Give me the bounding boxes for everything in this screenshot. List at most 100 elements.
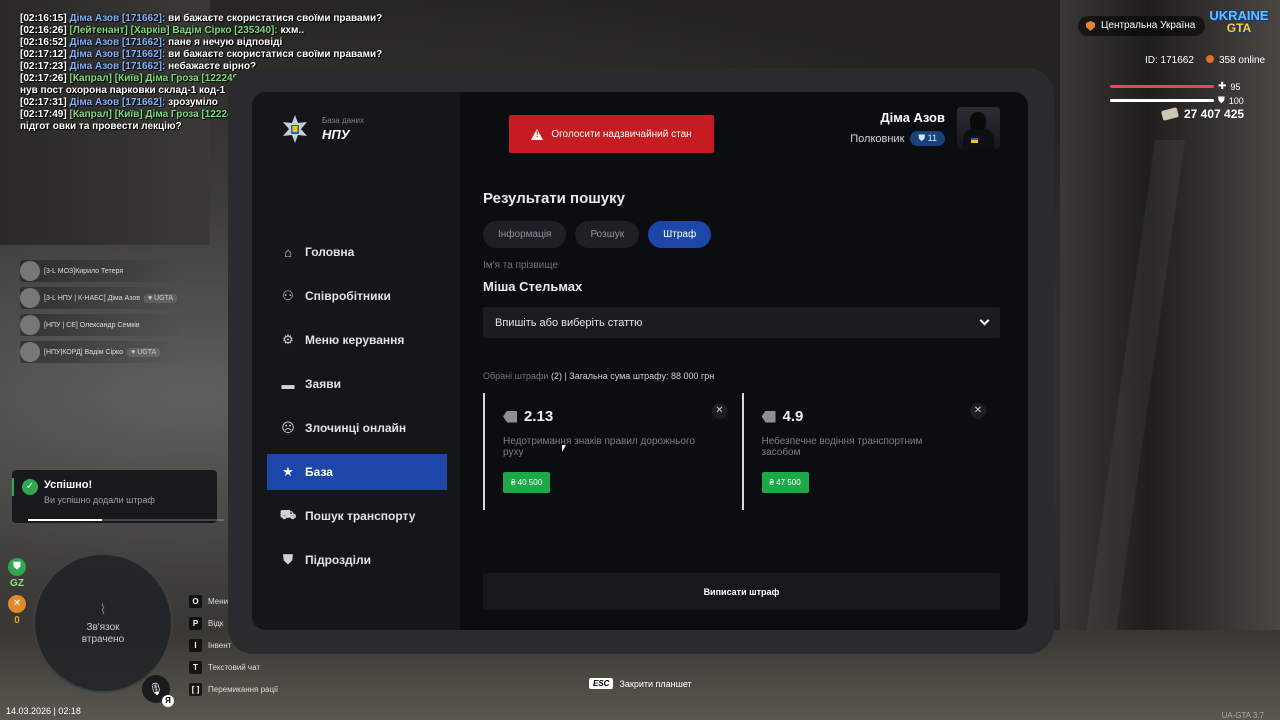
fine-card: 2.13 ✕ Недотримання знаків правил дорожн… — [483, 393, 742, 510]
game-logo: UKRAINE GTA — [1209, 8, 1269, 35]
green-zone-label: GZ — [10, 578, 24, 589]
check-icon: ✓ — [22, 479, 38, 495]
key-cap: T — [189, 660, 202, 674]
emergency-button[interactable]: Оголосити надзвичайний стан — [509, 115, 714, 153]
date-time: 14.03.2026 | 02:18 — [6, 706, 81, 716]
key-cap: [ ] — [189, 682, 202, 696]
sidebar-item-7[interactable]: ⛟ Пошук транспорту — [267, 498, 447, 534]
sidebar-item-label: Заяви — [305, 377, 341, 391]
user-rank-row: Полковник ⛊ 11 — [850, 131, 945, 146]
chat-line: [02:17:12] Діма Азов [171662]: ви бажаєт… — [20, 49, 383, 60]
close-icon[interactable]: ✕ — [711, 403, 728, 419]
health-value: 95 — [1230, 81, 1241, 92]
sidebar-item-1[interactable]: ⌂ Головна — [267, 234, 447, 270]
brand: База даних НПУ — [280, 114, 364, 144]
tab-1[interactable]: Інформація — [483, 221, 567, 248]
fine-description: Небезпечне водіння транспортним засобом — [761, 436, 923, 458]
health-row: ✚ 95 — [1110, 81, 1240, 92]
tab-2[interactable]: Розшук — [575, 221, 640, 248]
tab-3[interactable]: Штраф — [648, 221, 712, 248]
selected-fines: 2.13 ✕ Недотримання знаків правил дорожн… — [483, 393, 1000, 510]
player-id: ID: 171662 — [1145, 55, 1194, 66]
sidebar-item-label: База — [305, 465, 333, 479]
wanted-level: 0 — [14, 615, 20, 626]
avatar — [20, 288, 40, 308]
police-badge-icon — [283, 115, 307, 143]
fine-description: Недотримання знаків правил дорожнього ру… — [503, 436, 695, 458]
sidebar-nav: ⌂ Головна ⚇ Співробітники ⚙ Меню керування ▬ За… — [267, 234, 447, 586]
region-indicator: Центральна Україна — [1078, 16, 1206, 36]
fine-card: 4.9 ✕ Небезпечне водіння транспортним за… — [741, 393, 1001, 510]
sidebar-item-label: Головна — [305, 245, 355, 259]
brand-subtitle: База даних — [322, 116, 364, 125]
close-tablet-hint: ESC Закрити планшет — [589, 678, 692, 689]
result-tabs: Інформація Розшук Штраф — [483, 221, 1000, 248]
money-display: 27 407 425 — [1160, 107, 1244, 121]
name-label: Ім'я та прізвище — [483, 260, 558, 271]
chat-line: [02:16:15] Діма Азов [171662]: ви бажаєт… — [20, 13, 383, 24]
mouse-cursor — [562, 445, 566, 452]
issue-fine-button[interactable]: Виписати штраф — [483, 573, 1000, 610]
esc-key: ESC — [589, 678, 614, 689]
sidebar-item-6[interactable]: ★ База — [267, 454, 447, 490]
folder-icon: ▬ — [281, 376, 295, 392]
avatar — [20, 342, 40, 362]
armor-icon: ⛊ — [1218, 95, 1225, 105]
article-select[interactable]: Впишіть або виберіть статтю — [483, 307, 1000, 338]
article-select-placeholder: Впишіть або виберіть статтю — [495, 316, 643, 329]
esc-label: Закрити планшет — [619, 678, 692, 689]
sidebar-item-label: Підрозділи — [305, 553, 371, 567]
avatar — [20, 315, 40, 335]
chat-line: [02:16:26] [Лейтенант] [Харків] Вадім Сі… — [20, 25, 304, 36]
page-title: Результати пошуку — [483, 190, 625, 207]
health-bar — [1110, 85, 1214, 88]
region-emblem-icon — [1086, 21, 1095, 31]
gear-icon: ⚙ — [282, 332, 294, 347]
sidebar: База даних НПУ ⌂ Головна ⚇ Співробітники ⚙ Ме… — [252, 92, 460, 630]
toast-accent — [12, 478, 14, 496]
tag-icon — [761, 410, 776, 423]
sidebar-item-4[interactable]: ▬ Заяви — [267, 366, 447, 402]
user-name: Діма Азов — [880, 110, 945, 125]
home-icon: ⌂ — [284, 244, 292, 260]
fines-summary: Обрані штрафи (2) | Загальна сума штрафу… — [483, 371, 715, 381]
key-hint: T Текстовий чат — [189, 656, 278, 678]
armor-value: 100 — [1228, 95, 1244, 106]
online-icon — [1205, 55, 1214, 63]
fine-amount: ₴ 40 500 — [503, 472, 551, 493]
sidebar-item-label: Пошук транспорту — [305, 509, 416, 523]
chat-line: [02:16:52] Діма Азов [171662]: пане я не… — [20, 37, 283, 48]
sidebar-item-5[interactable]: ☹ Злочинці онлайн — [267, 410, 447, 446]
staff-icon: ⚇ — [282, 288, 294, 303]
voice-tag: ♥ UGTA — [143, 293, 177, 303]
car-icon: ⛟ — [279, 507, 297, 522]
key-cap: I — [189, 638, 202, 652]
game-version: UA-GTA 3.7 — [1221, 711, 1264, 720]
sidebar-item-label: Злочинці онлайн — [305, 421, 407, 435]
sidebar-item-label: Співробітники — [305, 289, 391, 303]
avatar — [957, 107, 1000, 149]
tag-icon — [503, 410, 517, 423]
voice-item: [3-L МОЗ]Кирило Тетеря — [20, 260, 183, 282]
toast-progress-fill — [28, 519, 103, 521]
warning-icon — [531, 128, 544, 140]
armor-bar — [1110, 99, 1214, 102]
key-cap: P — [189, 616, 202, 630]
wanted-icon: ✕ — [8, 595, 26, 613]
sidebar-item-3[interactable]: ⚙ Меню керування — [267, 322, 447, 358]
fine-article: 2.13 — [524, 408, 554, 425]
key-cap: O — [189, 594, 202, 608]
sidebar-item-2[interactable]: ⚇ Співробітники — [267, 278, 447, 314]
sidebar-item-8[interactable]: ⛊ Підрозділи — [267, 542, 447, 578]
police-tablet: База даних НПУ ⌂ Головна ⚇ Співробітники ⚙ Ме… — [252, 92, 1028, 630]
close-icon[interactable]: ✕ — [970, 403, 986, 419]
toast-text: Ви успішно додали штраф — [44, 495, 155, 505]
region-name: Центральна Україна — [1101, 20, 1196, 31]
emergency-button-label: Оголосити надзвичайний стан — [551, 128, 692, 140]
mask-icon: ☹ — [281, 420, 295, 435]
brand-title: НПУ — [322, 127, 350, 142]
minimap-status: Зв'язок втрачено — [81, 622, 125, 645]
sidebar-item-label: Меню керування — [305, 333, 405, 347]
rank-badge: ⛊ 11 — [910, 131, 945, 146]
fine-amount: ₴ 47 500 — [761, 472, 809, 493]
